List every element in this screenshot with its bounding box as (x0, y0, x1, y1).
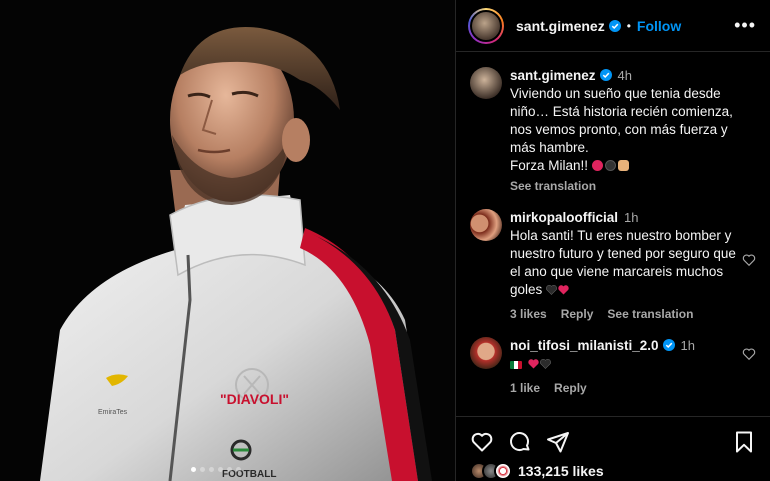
verified-badge-icon (662, 339, 675, 351)
comment-text: Hola santi! Tu eres nuestro bomber y nue… (510, 227, 736, 299)
caption: sant.gimenez 4h Viviendo un sueño que ten… (470, 67, 758, 195)
carousel-dot[interactable] (191, 467, 196, 472)
mexico-flag-emoji (510, 361, 522, 369)
comment-actions: 1 like Reply (510, 379, 736, 397)
follow-button[interactable]: Follow (637, 18, 681, 34)
comment-reply-button[interactable]: Reply (554, 379, 587, 397)
comment-time: 1h (624, 210, 639, 225)
black-circle-emoji (604, 160, 616, 171)
player-photo-illustration: EmiraTes "DIAVOLI" FOOTBALL (0, 0, 455, 481)
comment-like-heart-icon[interactable] (742, 253, 756, 267)
carousel-dots (191, 467, 241, 472)
comment-username[interactable]: noi_tifosi_milanisti_2.0 (510, 338, 659, 353)
liker-avatar (494, 462, 512, 480)
carousel-dot[interactable] (236, 467, 241, 472)
comment-time: 1h (680, 338, 696, 353)
commenter-avatar[interactable] (470, 209, 502, 241)
caption-author-avatar[interactable] (470, 67, 502, 99)
comment-emojis (510, 355, 736, 373)
likes-count[interactable]: 133,215 likes (518, 463, 604, 479)
caption-signoff-text: Forza Milan!! (510, 158, 589, 173)
comment-likes[interactable]: 3 likes (510, 305, 547, 323)
more-options-icon[interactable]: ••• (734, 16, 756, 34)
header-separator: • (626, 18, 631, 33)
comment-reply-button[interactable]: Reply (561, 305, 594, 323)
red-circle-emoji (591, 160, 603, 171)
author-avatar[interactable] (468, 7, 504, 44)
caption-signoff: Forza Milan!! (510, 157, 736, 175)
share-icon[interactable] (546, 430, 570, 454)
black-heart-emoji (546, 285, 557, 295)
caption-see-translation[interactable]: See translation (510, 177, 736, 195)
red-heart-emoji (528, 359, 539, 369)
caption-username[interactable]: sant.gimenez (510, 68, 596, 83)
commenter-avatar[interactable] (470, 337, 502, 369)
post-actions-bar: 133,215 likes (456, 416, 770, 481)
comment-icon[interactable] (508, 430, 532, 454)
bookmark-icon[interactable] (732, 430, 756, 454)
black-heart-emoji (539, 359, 551, 369)
jersey-sponsor-text: "DIAVOLI" (220, 391, 289, 407)
comment-like-heart-icon[interactable] (742, 347, 756, 361)
red-heart-emoji (558, 285, 569, 295)
jersey-kit-text: EmiraTes (98, 409, 128, 416)
verified-badge-icon (608, 19, 621, 32)
post-header: sant.gimenez • Follow ••• (456, 0, 770, 52)
likes-summary[interactable]: 133,215 likes (470, 462, 756, 480)
carousel-dot[interactable] (209, 467, 214, 472)
verified-badge-icon (599, 69, 612, 81)
post-side-panel: sant.gimenez • Follow ••• sant.gimenez 4h… (455, 0, 770, 481)
carousel-dot[interactable] (200, 467, 205, 472)
author-username[interactable]: sant.gimenez (516, 18, 605, 34)
comment: mirkopaloofficial 1h Hola santi! Tu eres … (470, 209, 758, 323)
post-photo[interactable]: EmiraTes "DIAVOLI" FOOTBALL (0, 0, 455, 481)
carousel-dot[interactable] (218, 467, 223, 472)
heart-icon[interactable] (470, 430, 494, 454)
caption-text: Viviendo un sueño que tenia desde niño… … (510, 86, 733, 155)
comment-username[interactable]: mirkopaloofficial (510, 210, 618, 225)
comment-see-translation[interactable]: See translation (607, 305, 693, 323)
comment-text-body: Hola santi! Tu eres nuestro bomber y nue… (510, 228, 736, 297)
comment-likes[interactable]: 1 like (510, 379, 540, 397)
carousel-dot[interactable] (227, 467, 232, 472)
comment-actions: 3 likes Reply See translation (510, 305, 736, 323)
flexed-arm-emoji (617, 160, 629, 171)
comment: noi_tifosi_milanisti_2.0 1h 1 like Reply (470, 337, 758, 397)
comments-list[interactable]: sant.gimenez 4h Viviendo un sueño que ten… (456, 53, 770, 416)
caption-time: 4h (617, 68, 632, 83)
